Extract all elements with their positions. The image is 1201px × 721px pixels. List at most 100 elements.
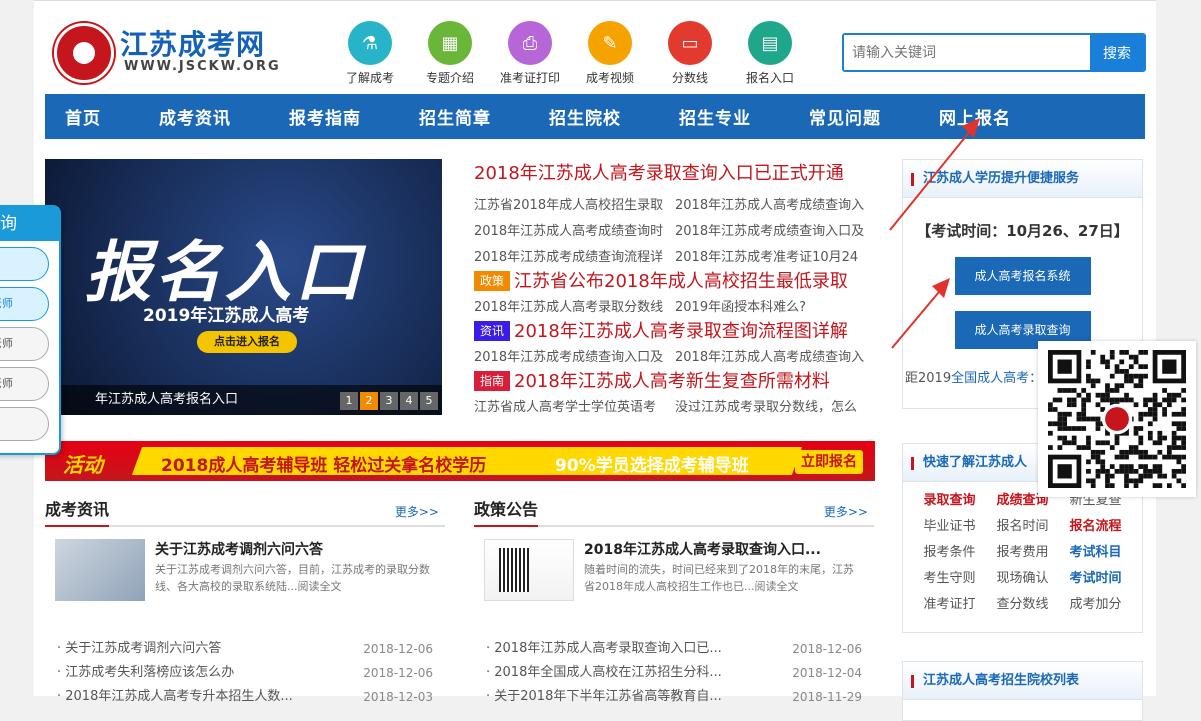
search-input[interactable] [844,35,1090,70]
banner-sub-text: 2019年江苏成人高考 [143,306,310,326]
site-logo[interactable]: 江苏成考网 WWW.JSCKW.ORG [54,19,294,83]
news-link[interactable]: 2018年江苏成人高考成绩查询时 [474,219,675,245]
banner-page-button[interactable]: 1 [340,392,358,410]
service-panel-title: 江苏成人学历提升便捷服务 [903,160,1142,198]
quick-link[interactable]: 考生守则 [913,568,986,590]
countdown-link[interactable]: 全国成人高考 [951,371,1029,386]
banner-page-button[interactable]: 3 [380,392,398,410]
consult-button[interactable]: 网王老师 [0,367,49,401]
featured-desc: 关于江苏成考调剂六问六答，目前，江苏成考的录取分数线、各大高校的录取系统陆...… [155,563,430,593]
quick-icon-item[interactable]: ▤ 报名入口 [730,21,810,87]
featured-article[interactable]: 2018年江苏成人高考录取查询入口... 随着时间的流失，时间已经来到了2018年… [474,527,874,637]
quick-link[interactable]: 报考条件 [913,542,986,564]
news-link[interactable]: 2018年江苏成人高考成绩查询入 [675,193,876,219]
featured-article[interactable]: 关于江苏成考调剂六问六答关于江苏成考调剂六问六答，目前，江苏成考的录取分数线、各… [45,527,445,637]
featured-thumbnail[interactable] [484,539,574,601]
consult-button[interactable]: 言 [0,407,49,441]
headline-link[interactable]: 2018年江苏成人高考录取查询入口已正式开通 [474,159,876,185]
column-divider [45,525,445,527]
news-link[interactable]: 江苏省2018年成人高校招生录取 [474,193,675,219]
quick-icon-item[interactable]: ⎙ 准考证打印 [490,21,570,87]
quick-link[interactable]: 成考加分 [1059,594,1132,616]
nav-item[interactable]: 招生简章 [419,104,491,129]
news-link[interactable]: 2018年江苏成人高考录取分数线 [474,295,675,321]
main-nav: 首页 成考资讯 报考指南 招生简章 招生院校 招生专业 常见问题 网上报名 [45,94,1145,139]
nav-item[interactable]: 报考指南 [289,104,361,129]
quick-link[interactable]: 毕业证书 [913,516,986,538]
list-item[interactable]: · 2018年江苏成人高考录取查询入口已... 2018-12-06 [474,637,874,661]
featured-desc: 随着时间的流失，时间已经来到了2018年的末尾，江苏省2018年成人高校招生工作… [584,563,854,593]
quick-link[interactable]: 录取查询 [913,490,986,512]
nav-item[interactable]: 成考资讯 [159,104,231,129]
news-tag-headline[interactable]: 资讯 2018年江苏成人高考录取查询流程图详解 [474,319,876,345]
nav-item[interactable]: 常见问题 [809,104,881,129]
news-tag-title: 江苏省公布2018年成人高校招生最低录取 [514,271,848,292]
list-item[interactable]: · 关于江苏成考调剂六问六答 2018-12-06 [45,637,445,661]
clipboard-icon: ▤ [748,21,792,65]
news-tag-headline[interactable]: 政策 江苏省公布2018年成人高校招生最低录取 [474,269,876,295]
banner-page-button[interactable]: 4 [400,392,418,410]
list-item-date: 2018-12-06 [363,666,433,680]
quick-link[interactable]: 考试科目 [1059,542,1132,564]
featured-thumbnail[interactable] [55,539,145,601]
list-item-title[interactable]: · 2018年全国成人高校在江苏招生分科... [486,661,776,685]
news-link[interactable]: 没过江苏成考录取分数线，怎么 [675,395,876,421]
more-link[interactable]: 更多>> [395,503,439,520]
list-item[interactable]: · 2018年全国成人高校在江苏招生分科... 2018-12-04 [474,661,874,685]
promo-signup-button[interactable]: 立即报名 [795,450,863,474]
nav-item[interactable]: 招生专业 [679,104,751,129]
consult-button[interactable]: 网李老师 [0,327,49,361]
featured-title[interactable]: 关于江苏成考调剂六问六答 [155,539,435,559]
nav-item[interactable]: 首页 [65,104,101,129]
list-item[interactable]: · 2018年江苏成人高考专升本招生人数... 2018-12-03 [45,685,445,709]
promo-banner[interactable]: 活动 2018成人高考辅导班 轻松过关拿名校学历 90%学员选择成考辅导班 立即… [45,441,875,481]
quick-icon-label: 了解成考 [345,71,394,85]
quick-link[interactable]: 报名流程 [1059,516,1132,538]
news-link[interactable]: 2018年江苏成考准考证10月24 [675,245,876,271]
quick-icon-item[interactable]: ▭ 分数线 [650,21,730,87]
list-item-title[interactable]: · 2018年江苏成人高考专升本招生人数... [57,685,347,709]
list-item-title[interactable]: · 江苏成考失利落榜应该怎么办 [57,661,347,685]
quick-link[interactable]: 考试时间 [1059,568,1132,590]
news-tag-headline[interactable]: 指南 2018年江苏成人高考新生复查所需材料 [474,369,876,395]
news-link[interactable]: 2018年江苏成人高考成绩查询入 [675,345,876,371]
quick-link[interactable]: 准考证打 [913,594,986,616]
quick-link[interactable]: 报考费用 [986,542,1059,564]
search-button[interactable]: 搜索 [1090,35,1144,70]
featured-title[interactable]: 2018年江苏成人高考录取查询入口... [584,539,864,559]
registration-system-button[interactable]: 成人高考报名系统 [954,257,1091,295]
headline-news: 2018年江苏成人高考录取查询入口已正式开通 江苏省2018年成人高校招生录取 2… [474,159,876,421]
banner-page-button[interactable]: 5 [420,392,438,410]
news-link[interactable]: 2018年江苏成考成绩查询入口及 [474,345,675,371]
news-row: 江苏省成人高考学士学位英语考 没过江苏成考录取分数线，怎么 [474,395,876,421]
quick-icon-item[interactable]: ⚗ 了解成考 [330,21,410,87]
list-item-title[interactable]: · 关于2018年下半年江苏省高等教育自... [486,685,776,709]
college-list-panel: 江苏成人高考招生院校列表 [902,661,1143,721]
banner-slider[interactable]: 报名入口 2019年江苏成人高考 点击进入报名 年江苏成人高考报名入口 1234… [45,159,442,415]
quick-icon-item[interactable]: ✎ 成考视频 [570,21,650,87]
quick-icon-label: 专题介绍 [425,71,474,85]
consult-button[interactable]: 网孙老师 [0,287,49,321]
quick-link[interactable]: 现场确认 [986,568,1059,590]
nav-item[interactable]: 招生院校 [549,104,621,129]
banner-enroll-button[interactable]: 点击进入报名 [197,331,297,353]
news-link[interactable]: 2018年江苏成考成绩查询入口及 [675,219,876,245]
list-item[interactable]: · 江苏成考失利落榜应该怎么办 2018-12-06 [45,661,445,685]
quick-icon-item[interactable]: ▦ 专题介绍 [410,21,490,87]
list-item[interactable]: · 关于2018年下半年江苏省高等教育自... 2018-11-29 [474,685,874,709]
news-link[interactable]: 2018年江苏成考成绩查询流程详 [474,245,675,271]
banner-page-button[interactable]: 2 [360,392,378,410]
qr-code-icon [1048,350,1186,488]
quick-link[interactable]: 报名时间 [986,516,1059,538]
list-item-title[interactable]: · 关于江苏成考调剂六问六答 [57,637,347,661]
news-tag-title: 2018年江苏成人高考录取查询流程图详解 [514,321,848,342]
consult-button[interactable]: 询 [0,247,49,281]
countdown-prefix: 距2019 [905,371,952,386]
list-item-title[interactable]: · 2018年江苏成人高考录取查询入口已... [486,637,776,661]
news-link[interactable]: 2019年函授本科难么? [675,295,876,321]
quick-link[interactable]: 查分数线 [986,594,1059,616]
column-divider [474,525,874,527]
nav-item[interactable]: 网上报名 [939,104,1011,129]
news-link[interactable]: 江苏省成人高考学士学位英语考 [474,395,675,421]
more-link[interactable]: 更多>> [824,503,868,520]
